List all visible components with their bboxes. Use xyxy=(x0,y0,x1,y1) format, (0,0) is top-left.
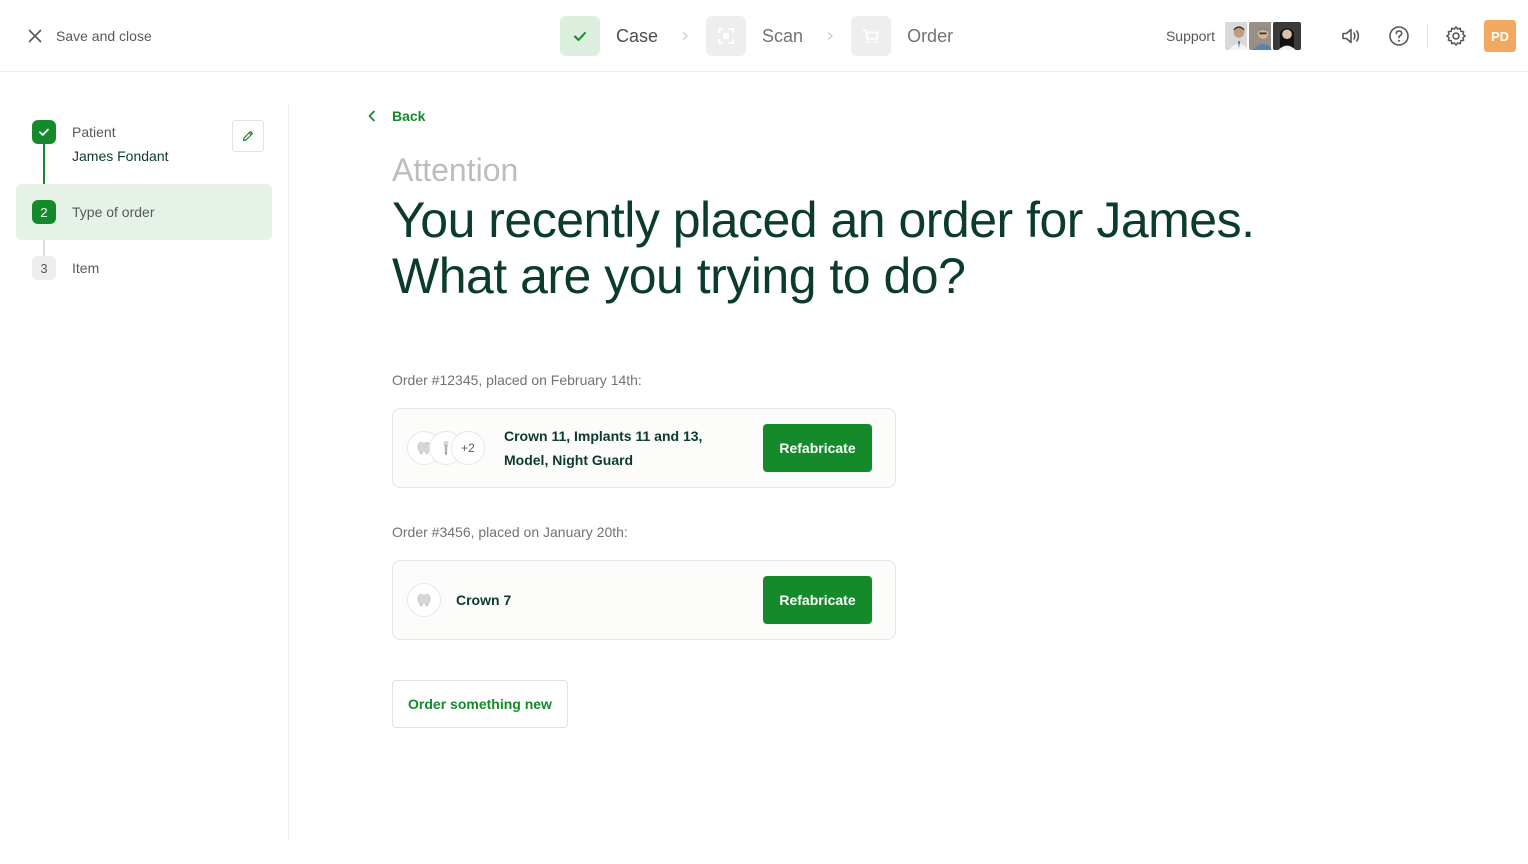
order-caption: Order #3456, placed on January 20th: xyxy=(392,524,628,540)
step-case-label[interactable]: Case xyxy=(616,26,658,47)
step-number-indicator: 3 xyxy=(32,256,56,280)
more-items-count: +2 xyxy=(451,431,485,465)
sidebar-step-type-of-order[interactable]: 2 Type of order xyxy=(16,184,272,240)
help-button[interactable] xyxy=(1383,20,1415,52)
order-caption: Order #12345, placed on February 14th: xyxy=(392,372,642,388)
sidebar-step-item[interactable]: 3 Item xyxy=(16,256,272,280)
order-steps-sidebar: Patient James Fondant 2 Type of order 3 … xyxy=(0,104,289,840)
top-right-actions: Support PD xyxy=(1166,20,1516,52)
page-title-line-1: You recently placed an order for James. xyxy=(392,192,1255,248)
order-item-thumbnails xyxy=(407,583,441,617)
sound-button[interactable] xyxy=(1335,20,1367,52)
top-bar: Save and close Case Scan Order Support P… xyxy=(0,0,1528,72)
back-button[interactable]: Back xyxy=(364,106,425,126)
support-label[interactable]: Support xyxy=(1166,28,1215,44)
check-icon xyxy=(574,32,586,41)
step-item-title: Item xyxy=(72,260,100,276)
edit-patient-button[interactable] xyxy=(232,120,264,152)
step-type-of-order-title: Type of order xyxy=(72,204,155,220)
attention-label: Attention xyxy=(392,152,519,188)
order-items-line-2: Model, Night Guard xyxy=(504,452,634,468)
avatar xyxy=(1271,20,1303,52)
step-order-indicator xyxy=(851,16,892,56)
step-scan-label[interactable]: Scan xyxy=(762,26,803,47)
order-items-line-1: Crown 11, Implants 11 and 13, xyxy=(504,428,703,444)
support-avatars[interactable] xyxy=(1223,20,1303,52)
back-label: Back xyxy=(392,108,426,124)
order-items-summary: Crown 7 xyxy=(456,592,512,608)
cart-icon xyxy=(863,29,879,44)
refabricate-button[interactable]: Refabricate xyxy=(763,424,872,472)
workflow-stepper: Case Scan Order xyxy=(560,16,953,56)
step-complete-indicator xyxy=(32,120,56,144)
settings-button[interactable] xyxy=(1440,20,1472,52)
speaker-icon xyxy=(1342,28,1360,44)
close-icon xyxy=(28,29,42,43)
step-case-indicator xyxy=(560,16,600,56)
chevron-left-icon xyxy=(368,110,375,122)
user-avatar-badge[interactable]: PD xyxy=(1484,20,1516,52)
page-title-line-2: What are you trying to do? xyxy=(392,248,966,304)
order-card: Crown 7 Refabricate xyxy=(392,560,896,640)
step-patient-title: Patient xyxy=(72,124,116,140)
chevron-right-icon xyxy=(682,31,689,41)
crown-thumbnail xyxy=(407,583,441,617)
order-items-summary: Crown 11, Implants 11 and 13, Model, Nig… xyxy=(504,424,702,472)
order-card: +2 Crown 11, Implants 11 and 13, Model, … xyxy=(392,408,896,488)
sidebar-step-patient[interactable]: Patient James Fondant xyxy=(16,120,272,176)
step-order-label[interactable]: Order xyxy=(907,26,953,47)
chevron-right-icon xyxy=(827,31,834,41)
refabricate-button[interactable]: Refabricate xyxy=(763,576,872,624)
gear-icon xyxy=(1446,26,1466,46)
patient-name: James Fondant xyxy=(72,148,169,164)
help-icon xyxy=(1389,26,1409,46)
pencil-icon xyxy=(242,130,254,142)
step-number-indicator: 2 xyxy=(32,200,56,224)
toolbar-divider xyxy=(1427,24,1428,48)
save-and-close-label: Save and close xyxy=(56,28,152,44)
crown-tooth-icon xyxy=(417,594,431,607)
step-scan-indicator xyxy=(706,16,747,56)
page-title: You recently placed an order for James. … xyxy=(392,192,1392,304)
scan-icon xyxy=(718,28,735,44)
order-item-thumbnails: +2 xyxy=(407,431,485,465)
check-icon xyxy=(39,128,49,136)
save-and-close-button[interactable]: Save and close xyxy=(24,24,152,48)
order-something-new-button[interactable]: Order something new xyxy=(392,680,568,728)
